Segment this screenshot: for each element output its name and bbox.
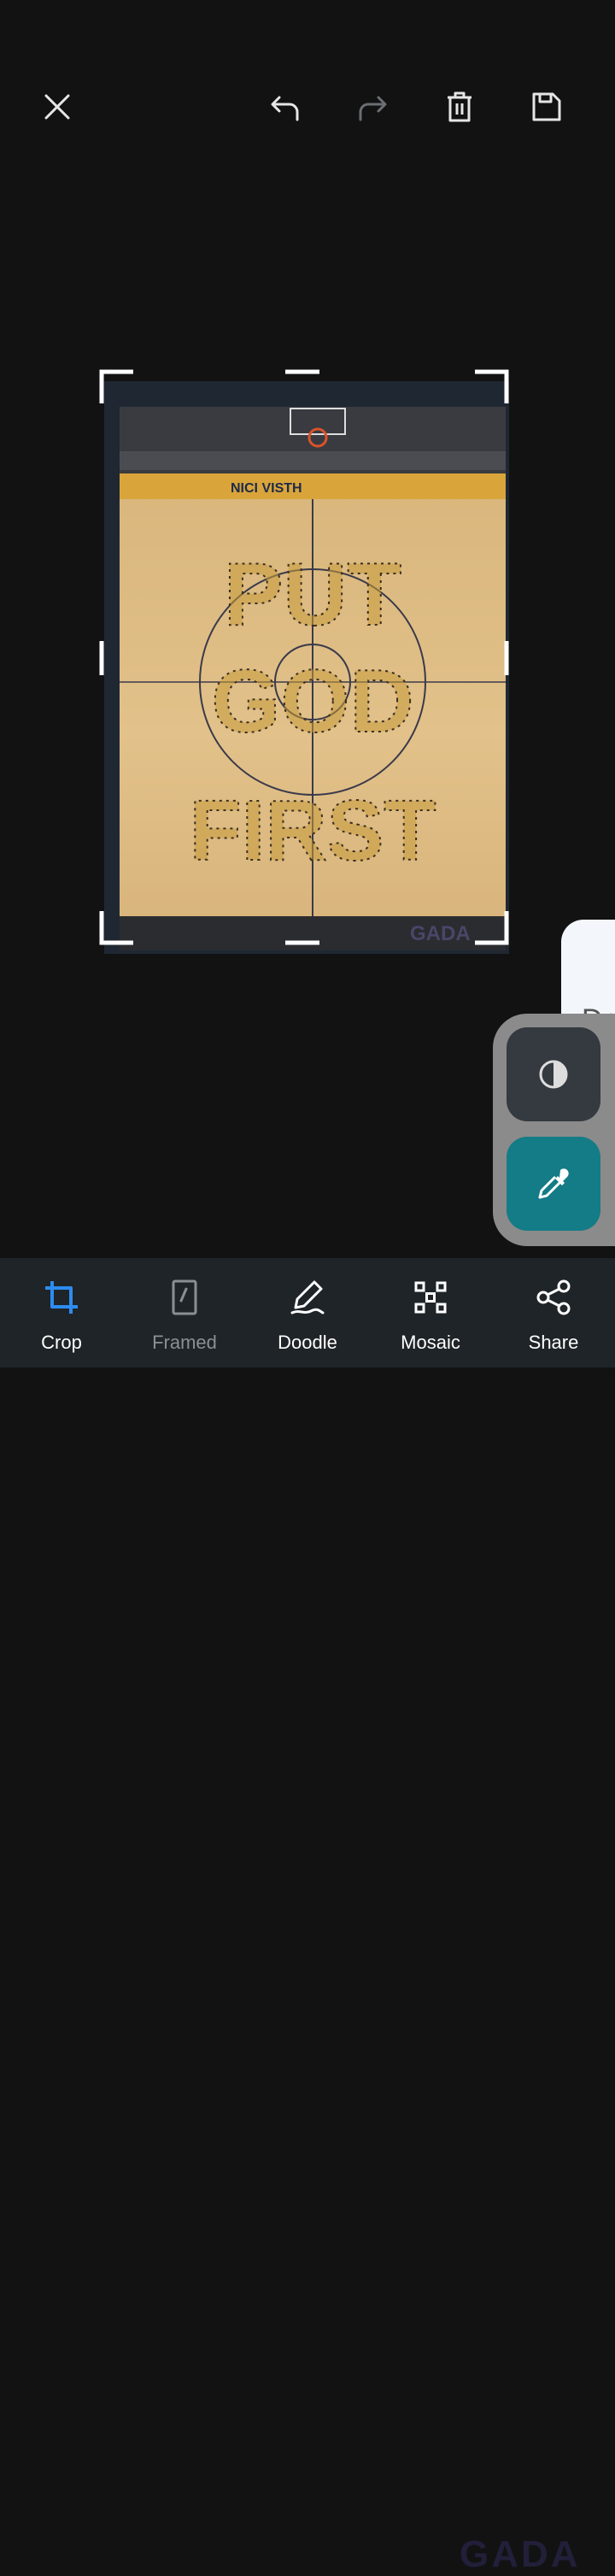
- contrast-button[interactable]: [507, 1027, 600, 1121]
- crop-tool[interactable]: Crop: [0, 1258, 123, 1367]
- doodle-icon: [290, 1280, 325, 1314]
- close-icon: [44, 94, 70, 120]
- eyedropper-icon: [538, 1168, 569, 1199]
- contrast-icon: [539, 1060, 568, 1089]
- undo-button[interactable]: [261, 83, 309, 131]
- close-button[interactable]: [33, 83, 81, 131]
- crop-icon: [45, 1281, 78, 1314]
- toolbar-watermark: GADA: [460, 2533, 581, 2575]
- undo-icon: [271, 96, 299, 121]
- crop-handles[interactable]: [99, 369, 509, 945]
- redo-button[interactable]: [348, 83, 396, 131]
- save-icon: [532, 92, 561, 121]
- framed-label: Framed: [152, 1332, 217, 1353]
- floating-tools-panel: [493, 1014, 615, 1246]
- trash-icon: [448, 91, 472, 122]
- share-label: Share: [528, 1332, 579, 1353]
- delete-button[interactable]: [436, 83, 483, 131]
- share-tool[interactable]: Share: [492, 1258, 615, 1367]
- save-button[interactable]: [523, 83, 571, 131]
- share-icon: [536, 1279, 571, 1315]
- doodle-tool[interactable]: Doodle: [246, 1258, 369, 1367]
- crop-label: Crop: [41, 1332, 82, 1353]
- frame-icon: [172, 1279, 197, 1315]
- doodle-label: Doodle: [278, 1332, 337, 1353]
- framed-tool[interactable]: Framed: [123, 1258, 246, 1367]
- editor-top-bar: [0, 75, 615, 144]
- mosaic-tool[interactable]: Mosaic: [369, 1258, 492, 1367]
- color-picker-button[interactable]: [507, 1137, 600, 1231]
- mosaic-icon: [414, 1281, 447, 1314]
- bottom-toolbar: Crop Framed Doodle Mosaic GADA Share: [0, 1258, 615, 2575]
- mosaic-label: Mosaic: [401, 1332, 460, 1353]
- redo-icon: [359, 96, 387, 121]
